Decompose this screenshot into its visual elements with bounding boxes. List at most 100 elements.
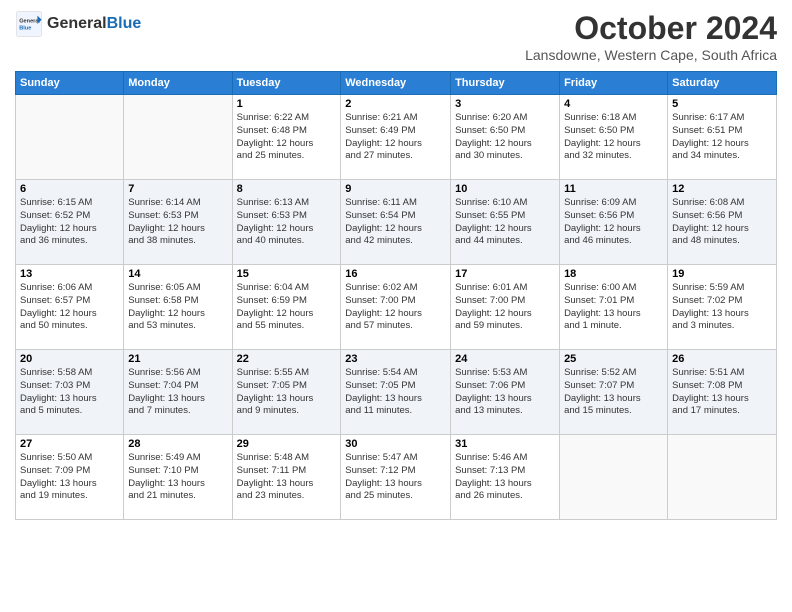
header: General Blue General Blue October 2024 L… <box>15 10 777 63</box>
table-row: 4 Sunrise: 6:18 AM Sunset: 6:50 PM Daylig… <box>560 95 668 180</box>
day-info: Sunrise: 5:50 AM Sunset: 7:09 PM Dayligh… <box>20 452 119 503</box>
day-number: 23 <box>345 353 446 365</box>
day-info: Sunrise: 5:55 AM Sunset: 7:05 PM Dayligh… <box>237 367 337 418</box>
day-info: Sunrise: 6:11 AM Sunset: 6:54 PM Dayligh… <box>345 197 446 248</box>
calendar-week-row: 1Sunrise: 6:22 AM Sunset: 6:48 PM Daylig… <box>16 95 777 180</box>
day-info: Sunrise: 5:56 AM Sunset: 7:04 PM Dayligh… <box>128 367 227 418</box>
table-row: 28Sunrise: 5:49 AM Sunset: 7:10 PM Dayli… <box>124 435 232 520</box>
table-row: 26Sunrise: 5:51 AM Sunset: 7:08 PM Dayli… <box>668 350 777 435</box>
day-number: 21 <box>128 353 227 365</box>
title-area: October 2024 Lansdowne, Western Cape, So… <box>525 10 777 63</box>
table-row <box>560 435 668 520</box>
table-row: 24 Sunrise: 5:53 AM Sunset: 7:06 PM Dayli… <box>451 350 560 435</box>
table-row: 11Sunrise: 6:09 AM Sunset: 6:56 PM Dayli… <box>560 180 668 265</box>
day-number: 12 <box>672 183 772 195</box>
day-info: Sunrise: 6:15 AM Sunset: 6:52 PM Dayligh… <box>20 197 119 248</box>
day-info: Sunrise: 6:22 AM Sunset: 6:48 PM Dayligh… <box>237 112 337 163</box>
day-number: 25 <box>564 353 663 365</box>
table-row: 10 Sunrise: 6:10 AM Sunset: 6:55 PM Dayli… <box>451 180 560 265</box>
col-tuesday: Tuesday <box>232 72 341 95</box>
table-row: 18 Sunrise: 6:00 AM Sunset: 7:01 PM Dayli… <box>560 265 668 350</box>
table-row: 22Sunrise: 5:55 AM Sunset: 7:05 PM Dayli… <box>232 350 341 435</box>
day-number: 24 <box>455 353 555 365</box>
day-info: Sunrise: 5:46 AM Sunset: 7:13 PM Dayligh… <box>455 452 555 503</box>
day-number: 2 <box>345 98 446 110</box>
day-number: 19 <box>672 268 772 280</box>
logo-icon: General Blue <box>15 10 43 38</box>
day-number: 3 <box>455 98 555 110</box>
day-number: 28 <box>128 438 227 450</box>
table-row: 27 Sunrise: 5:50 AM Sunset: 7:09 PM Dayli… <box>16 435 124 520</box>
day-number: 9 <box>345 183 446 195</box>
table-row: 19 Sunrise: 5:59 AM Sunset: 7:02 PM Dayli… <box>668 265 777 350</box>
table-row: 29Sunrise: 5:48 AM Sunset: 7:11 PM Dayli… <box>232 435 341 520</box>
table-row: 21 Sunrise: 5:56 AM Sunset: 7:04 PM Dayli… <box>124 350 232 435</box>
logo-text-blue: Blue <box>107 15 142 33</box>
col-monday: Monday <box>124 72 232 95</box>
table-row: 14 Sunrise: 6:05 AM Sunset: 6:58 PM Dayli… <box>124 265 232 350</box>
table-row: 30 Sunrise: 5:47 AM Sunset: 7:12 PM Dayli… <box>341 435 451 520</box>
day-info: Sunrise: 6:01 AM Sunset: 7:00 PM Dayligh… <box>455 282 555 333</box>
day-info: Sunrise: 6:13 AM Sunset: 6:53 PM Dayligh… <box>237 197 337 248</box>
day-info: Sunrise: 5:59 AM Sunset: 7:02 PM Dayligh… <box>672 282 772 333</box>
day-info: Sunrise: 6:00 AM Sunset: 7:01 PM Dayligh… <box>564 282 663 333</box>
table-row: 8 Sunrise: 6:13 AM Sunset: 6:53 PM Daylig… <box>232 180 341 265</box>
day-info: Sunrise: 5:54 AM Sunset: 7:05 PM Dayligh… <box>345 367 446 418</box>
table-row: 20Sunrise: 5:58 AM Sunset: 7:03 PM Dayli… <box>16 350 124 435</box>
table-row: 9 Sunrise: 6:11 AM Sunset: 6:54 PM Daylig… <box>341 180 451 265</box>
day-info: Sunrise: 5:48 AM Sunset: 7:11 PM Dayligh… <box>237 452 337 503</box>
calendar-week-row: 20Sunrise: 5:58 AM Sunset: 7:03 PM Dayli… <box>16 350 777 435</box>
day-info: Sunrise: 6:10 AM Sunset: 6:55 PM Dayligh… <box>455 197 555 248</box>
calendar-week-row: 13 Sunrise: 6:06 AM Sunset: 6:57 PM Dayli… <box>16 265 777 350</box>
day-info: Sunrise: 6:05 AM Sunset: 6:58 PM Dayligh… <box>128 282 227 333</box>
table-row: 5 Sunrise: 6:17 AM Sunset: 6:51 PM Daylig… <box>668 95 777 180</box>
day-number: 18 <box>564 268 663 280</box>
day-number: 5 <box>672 98 772 110</box>
day-info: Sunrise: 6:20 AM Sunset: 6:50 PM Dayligh… <box>455 112 555 163</box>
day-info: Sunrise: 6:06 AM Sunset: 6:57 PM Dayligh… <box>20 282 119 333</box>
col-thursday: Thursday <box>451 72 560 95</box>
day-number: 10 <box>455 183 555 195</box>
table-row: 6Sunrise: 6:15 AM Sunset: 6:52 PM Daylig… <box>16 180 124 265</box>
day-info: Sunrise: 5:53 AM Sunset: 7:06 PM Dayligh… <box>455 367 555 418</box>
day-number: 4 <box>564 98 663 110</box>
svg-text:Blue: Blue <box>19 26 31 32</box>
logo: General Blue General Blue <box>15 10 141 38</box>
calendar-page: General Blue General Blue October 2024 L… <box>0 0 792 612</box>
day-number: 30 <box>345 438 446 450</box>
day-number: 15 <box>237 268 337 280</box>
day-info: Sunrise: 6:17 AM Sunset: 6:51 PM Dayligh… <box>672 112 772 163</box>
day-info: Sunrise: 6:02 AM Sunset: 7:00 PM Dayligh… <box>345 282 446 333</box>
day-number: 8 <box>237 183 337 195</box>
table-row: 23 Sunrise: 5:54 AM Sunset: 7:05 PM Dayli… <box>341 350 451 435</box>
table-row <box>16 95 124 180</box>
location: Lansdowne, Western Cape, South Africa <box>525 47 777 63</box>
day-info: Sunrise: 5:47 AM Sunset: 7:12 PM Dayligh… <box>345 452 446 503</box>
table-row: 31 Sunrise: 5:46 AM Sunset: 7:13 PM Dayli… <box>451 435 560 520</box>
day-info: Sunrise: 6:14 AM Sunset: 6:53 PM Dayligh… <box>128 197 227 248</box>
day-number: 31 <box>455 438 555 450</box>
day-info: Sunrise: 6:08 AM Sunset: 6:56 PM Dayligh… <box>672 197 772 248</box>
table-row: 17Sunrise: 6:01 AM Sunset: 7:00 PM Dayli… <box>451 265 560 350</box>
col-wednesday: Wednesday <box>341 72 451 95</box>
day-number: 7 <box>128 183 227 195</box>
day-number: 16 <box>345 268 446 280</box>
day-info: Sunrise: 5:51 AM Sunset: 7:08 PM Dayligh… <box>672 367 772 418</box>
day-info: Sunrise: 6:18 AM Sunset: 6:50 PM Dayligh… <box>564 112 663 163</box>
calendar-header-row: Sunday Monday Tuesday Wednesday Thursday… <box>16 72 777 95</box>
col-saturday: Saturday <box>668 72 777 95</box>
calendar-week-row: 6Sunrise: 6:15 AM Sunset: 6:52 PM Daylig… <box>16 180 777 265</box>
calendar-week-row: 27 Sunrise: 5:50 AM Sunset: 7:09 PM Dayli… <box>16 435 777 520</box>
table-row: 3 Sunrise: 6:20 AM Sunset: 6:50 PM Daylig… <box>451 95 560 180</box>
day-info: Sunrise: 6:21 AM Sunset: 6:49 PM Dayligh… <box>345 112 446 163</box>
calendar-table: Sunday Monday Tuesday Wednesday Thursday… <box>15 71 777 520</box>
svg-text:General: General <box>19 19 40 25</box>
col-friday: Friday <box>560 72 668 95</box>
day-number: 27 <box>20 438 119 450</box>
table-row: 7 Sunrise: 6:14 AM Sunset: 6:53 PM Daylig… <box>124 180 232 265</box>
day-number: 14 <box>128 268 227 280</box>
day-info: Sunrise: 6:04 AM Sunset: 6:59 PM Dayligh… <box>237 282 337 333</box>
day-number: 11 <box>564 183 663 195</box>
day-number: 13 <box>20 268 119 280</box>
table-row: 15 Sunrise: 6:04 AM Sunset: 6:59 PM Dayli… <box>232 265 341 350</box>
